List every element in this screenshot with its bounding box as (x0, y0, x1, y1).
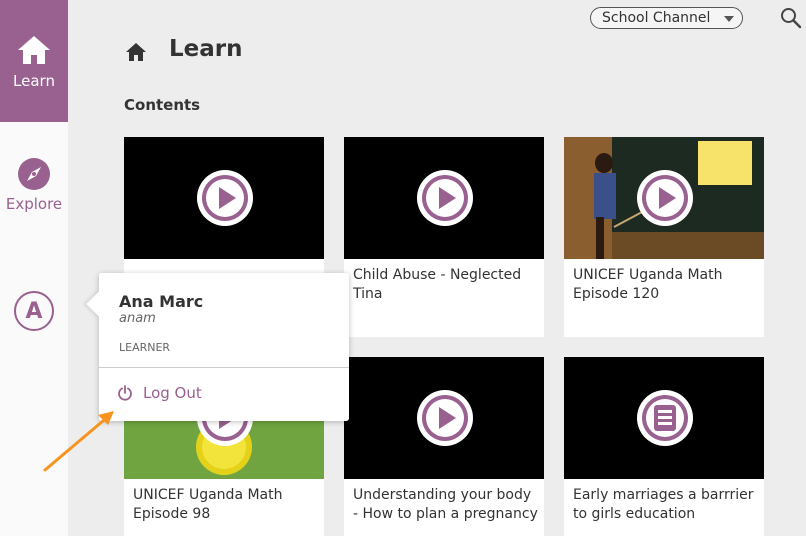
user-full-name: Ana Marc (119, 292, 204, 311)
nav-explore-label: Explore (5, 195, 63, 213)
channel-select-value: School Channel (602, 10, 711, 26)
card-thumbnail (344, 137, 544, 259)
card-thumbnail (564, 357, 764, 479)
card-title: Early marriages a barrrier to girls educ… (573, 487, 754, 522)
user-menu-popover: Ana Marc anam LEARNER Log Out (86, 273, 349, 421)
account-initial: A (25, 298, 43, 324)
card-thumbnail (564, 137, 764, 259)
content-card[interactable]: UNICEF Uganda Math Episode 120 (564, 137, 764, 337)
card-thumbnail (344, 357, 544, 479)
user-role: LEARNER (119, 341, 171, 354)
nav-learn[interactable]: Learn (0, 0, 68, 122)
page-title: Learn (169, 36, 243, 62)
play-icon (417, 170, 473, 226)
search-icon[interactable] (780, 7, 802, 29)
compass-icon (18, 158, 50, 190)
document-icon (637, 390, 693, 446)
chevron-down-icon (724, 16, 734, 22)
card-title: UNICEF Uganda Math Episode 120 (573, 267, 723, 302)
nav-learn-label: Learn (13, 72, 55, 90)
username: anam (119, 311, 156, 326)
logout-label: Log Out (143, 384, 202, 402)
content-card[interactable]: Child Abuse - Neglected Tina (344, 137, 544, 337)
content-card[interactable]: Early marriages a barrrier to girls educ… (564, 357, 764, 536)
card-title: Understanding your body - How to plan a … (353, 487, 538, 522)
home-icon (18, 36, 50, 64)
nav-explore[interactable]: Explore (0, 157, 68, 213)
card-title: Child Abuse - Neglected Tina (353, 267, 522, 302)
breadcrumb-home-icon[interactable] (125, 42, 147, 62)
user-menu-content: Ana Marc anam LEARNER Log Out (99, 273, 349, 421)
menu-divider (99, 367, 349, 368)
annotation-arrow-icon (43, 411, 114, 472)
channel-select[interactable]: School Channel (590, 7, 743, 29)
play-icon (197, 170, 253, 226)
card-title: UNICEF Uganda Math Episode 98 (133, 487, 283, 522)
logout-button[interactable]: Log Out (117, 384, 202, 402)
play-icon (417, 390, 473, 446)
play-icon (637, 170, 693, 226)
power-icon (118, 385, 132, 401)
content-card[interactable]: Understanding your body - How to plan a … (344, 357, 544, 536)
card-thumbnail (124, 137, 324, 259)
section-title: Contents (124, 96, 201, 114)
account-avatar-button[interactable]: A (14, 291, 54, 331)
